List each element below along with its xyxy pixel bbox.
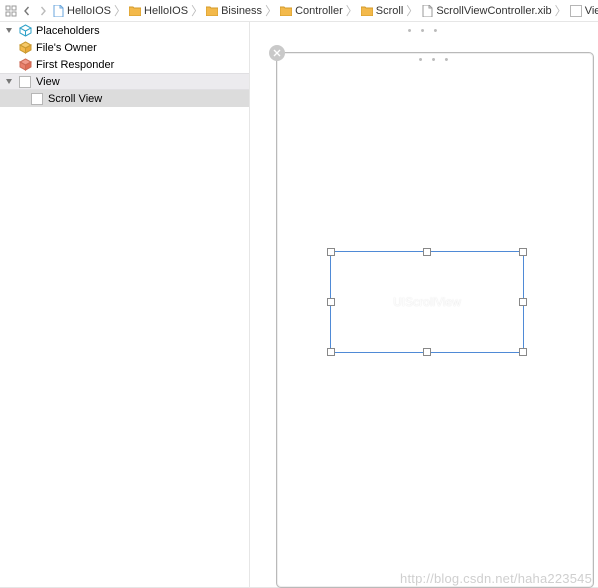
placeholders-icon <box>18 24 32 38</box>
resize-handle-sw[interactable] <box>327 348 335 356</box>
resize-handle-nw[interactable] <box>327 248 335 256</box>
nav-back-button[interactable] <box>20 4 34 18</box>
chevron-right-icon: 〉 <box>113 2 127 19</box>
breadcrumb-label: ScrollViewController.xib <box>436 5 551 17</box>
resize-handle-n[interactable] <box>423 248 431 256</box>
canvas-drag-dots: • • • <box>250 22 598 40</box>
view-icon <box>570 5 582 17</box>
main-split: Placeholders File's Owner First Responde… <box>0 22 598 588</box>
breadcrumb: HelloIOS 〉 HelloIOS 〉 Bisiness 〉 Control… <box>0 0 598 22</box>
resize-handle-w[interactable] <box>327 298 335 306</box>
outline-label: Placeholders <box>36 25 100 37</box>
outline-label: First Responder <box>36 59 114 71</box>
breadcrumb-item[interactable]: Bisiness <box>206 5 262 17</box>
breadcrumb-label: HelloIOS <box>67 5 111 17</box>
breadcrumb-label: HelloIOS <box>144 5 188 17</box>
outline-label: File's Owner <box>36 42 97 54</box>
outline-view-header[interactable]: View <box>0 73 249 90</box>
disclosure-triangle-icon[interactable] <box>4 78 14 86</box>
breadcrumb-label: Scroll <box>376 5 404 17</box>
outline-placeholders-header[interactable]: Placeholders <box>0 22 249 39</box>
outline-scroll-view[interactable]: Scroll View <box>0 90 249 107</box>
nav-forward-button[interactable] <box>36 4 50 18</box>
device-drag-dots[interactable]: • • • <box>277 53 593 67</box>
breadcrumb-item[interactable]: HelloIOS <box>129 5 188 17</box>
outline-label: Scroll View <box>48 93 102 105</box>
breadcrumb-item[interactable]: ScrollViewController.xib <box>421 5 551 17</box>
canvas[interactable]: • • • ⋮ • • • UIScrollView <box>250 22 598 587</box>
folder-icon <box>206 5 218 17</box>
view-icon <box>30 92 44 106</box>
resize-handle-e[interactable] <box>519 298 527 306</box>
folder-icon <box>129 5 141 17</box>
file-icon <box>52 5 64 17</box>
chevron-right-icon: 〉 <box>345 2 359 19</box>
chevron-right-icon: 〉 <box>405 2 419 19</box>
chevron-right-icon: 〉 <box>264 2 278 19</box>
breadcrumb-item[interactable]: HelloIOS <box>52 5 111 17</box>
related-items-icon[interactable] <box>4 4 18 18</box>
watermark-text: http://blog.csdn.net/haha223545 <box>400 571 592 586</box>
breadcrumb-label: View <box>585 5 598 17</box>
breadcrumb-item[interactable]: Scroll <box>361 5 404 17</box>
breadcrumb-item[interactable]: View <box>570 5 598 17</box>
view-icon <box>18 75 32 89</box>
outline-files-owner[interactable]: File's Owner <box>0 39 249 56</box>
breadcrumb-item[interactable]: Controller <box>280 5 343 17</box>
canvas-body[interactable]: • • • UIScrollView <box>250 40 598 587</box>
breadcrumb-label: Controller <box>295 5 343 17</box>
resize-handle-se[interactable] <box>519 348 527 356</box>
outline-first-responder[interactable]: First Responder <box>0 56 249 73</box>
first-responder-icon <box>18 58 32 72</box>
close-scene-button[interactable] <box>269 45 285 61</box>
disclosure-triangle-icon[interactable] <box>4 27 14 35</box>
document-outline[interactable]: Placeholders File's Owner First Responde… <box>0 22 250 587</box>
breadcrumb-label: Bisiness <box>221 5 262 17</box>
files-owner-icon <box>18 41 32 55</box>
resize-handle-ne[interactable] <box>519 248 527 256</box>
file-icon <box>421 5 433 17</box>
uiscrollview-element[interactable]: UIScrollView <box>330 251 524 353</box>
chevron-right-icon: 〉 <box>190 2 204 19</box>
folder-icon <box>280 5 292 17</box>
uiscrollview-label: UIScrollView <box>393 295 461 309</box>
device-frame[interactable]: • • • UIScrollView <box>276 52 594 588</box>
outline-label: View <box>36 76 60 88</box>
resize-handle-s[interactable] <box>423 348 431 356</box>
folder-icon <box>361 5 373 17</box>
chevron-right-icon: 〉 <box>554 2 568 19</box>
